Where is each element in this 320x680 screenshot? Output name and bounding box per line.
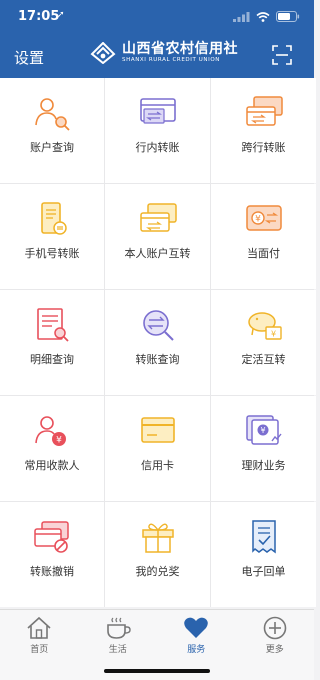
tab-label: 更多 — [265, 645, 284, 655]
brand-name-cn: 山西省农村信用社 — [122, 41, 238, 58]
tab-label: 生活 — [108, 645, 127, 655]
intrabank-transfer-icon — [139, 98, 176, 124]
account-query-icon — [35, 98, 70, 131]
service-frequent-payee[interactable]: ¥ 常用收款人 — [0, 396, 104, 501]
svg-text:¥: ¥ — [56, 436, 62, 446]
status-time: 17:05 — [18, 9, 60, 24]
home-indicator — [104, 669, 210, 673]
tab-more[interactable]: 更多 — [236, 610, 315, 680]
svg-text:¥: ¥ — [260, 426, 265, 435]
transfer-query-icon — [142, 310, 174, 341]
transfer-cancel-icon — [34, 521, 69, 553]
own-account-transfer-icon — [139, 203, 177, 232]
service-transfer-query[interactable]: 转账查询 — [105, 290, 210, 395]
service-label: 转账查询 — [135, 353, 180, 366]
tab-home[interactable]: 首页 — [0, 610, 79, 680]
wealth-management-icon: ¥ — [245, 415, 282, 445]
frequent-payee-icon: ¥ — [35, 416, 66, 446]
service-label: 信用卡 — [141, 459, 174, 472]
service-label: 手机号转账 — [24, 247, 80, 260]
coffee-cup-icon — [106, 617, 131, 639]
service-label: 跨行转账 — [241, 141, 286, 154]
brand-name-en: SHANXI RURAL CREDIT UNION — [122, 57, 220, 64]
credit-card-icon — [140, 417, 175, 443]
scan-icon[interactable] — [272, 45, 292, 65]
service-label: 定活互转 — [241, 353, 286, 366]
status-bar: 17:05 ➚ — [0, 0, 314, 30]
service-own-account-transfer[interactable]: 本人账户互转 — [105, 184, 210, 289]
service-label: 明细查询 — [30, 353, 74, 366]
service-label: 我的兑奖 — [135, 565, 180, 578]
service-account-query[interactable]: 账户查询 — [0, 78, 104, 183]
tab-label: 首页 — [30, 645, 49, 655]
gift-icon — [141, 523, 174, 553]
svg-text:¥: ¥ — [255, 215, 261, 225]
service-my-prizes[interactable]: 我的兑奖 — [105, 502, 210, 607]
service-label: 当面付 — [247, 247, 280, 260]
location-icon: ➚ — [57, 10, 65, 20]
service-label: 本人账户互转 — [124, 247, 191, 260]
interbank-transfer-icon — [245, 96, 283, 126]
wifi-icon — [256, 11, 270, 22]
service-label: 常用收款人 — [24, 459, 80, 472]
service-phone-transfer[interactable]: 手机号转账 — [0, 184, 104, 289]
service-grid: 账户查询 行内转账 跨行转账 手机号转账 本人账户互转 ¥ 当面付 明细查询 转… — [0, 78, 316, 607]
service-credit-card[interactable]: 信用卡 — [105, 396, 210, 501]
service-interbank-transfer[interactable]: 跨行转账 — [211, 78, 316, 183]
home-icon — [27, 616, 51, 639]
e-receipt-icon — [251, 520, 276, 554]
heart-icon — [184, 617, 209, 638]
service-label: 转账撤销 — [30, 565, 74, 578]
service-label: 电子回单 — [241, 565, 286, 578]
service-label: 理财业务 — [241, 459, 286, 472]
settings-button[interactable]: 设置 — [14, 47, 44, 68]
app-header: 17:05 ➚ 设置 山西省农村信用社 SHANXI RURAL CREDIT … — [0, 0, 314, 78]
tab-label: 服务 — [187, 645, 206, 655]
service-fixed-current-transfer[interactable]: ¥ 定活互转 — [211, 290, 316, 395]
signal-icon — [233, 11, 250, 22]
service-detail-query[interactable]: 明细查询 — [0, 290, 104, 395]
svg-text:¥: ¥ — [270, 330, 275, 339]
battery-icon — [276, 11, 300, 22]
credit-union-logo-icon — [90, 42, 116, 64]
service-wealth-management[interactable]: ¥ 理财业务 — [211, 396, 316, 501]
detail-query-icon — [37, 308, 69, 342]
service-e-receipt[interactable]: 电子回单 — [211, 502, 316, 607]
service-intrabank-transfer[interactable]: 行内转账 — [105, 78, 210, 183]
phone-transfer-icon — [41, 202, 67, 235]
service-transfer-cancel[interactable]: 转账撤销 — [0, 502, 104, 607]
status-indicators — [233, 11, 300, 22]
brand-logo: 山西省农村信用社 SHANXI RURAL CREDIT UNION — [90, 42, 238, 64]
service-face-to-face-pay[interactable]: ¥ 当面付 — [211, 184, 316, 289]
fixed-current-transfer-icon: ¥ — [247, 312, 282, 340]
service-label: 行内转账 — [135, 141, 180, 154]
plus-circle-icon — [263, 616, 287, 640]
service-label: 账户查询 — [30, 141, 74, 154]
face-to-face-pay-icon: ¥ — [245, 205, 282, 231]
